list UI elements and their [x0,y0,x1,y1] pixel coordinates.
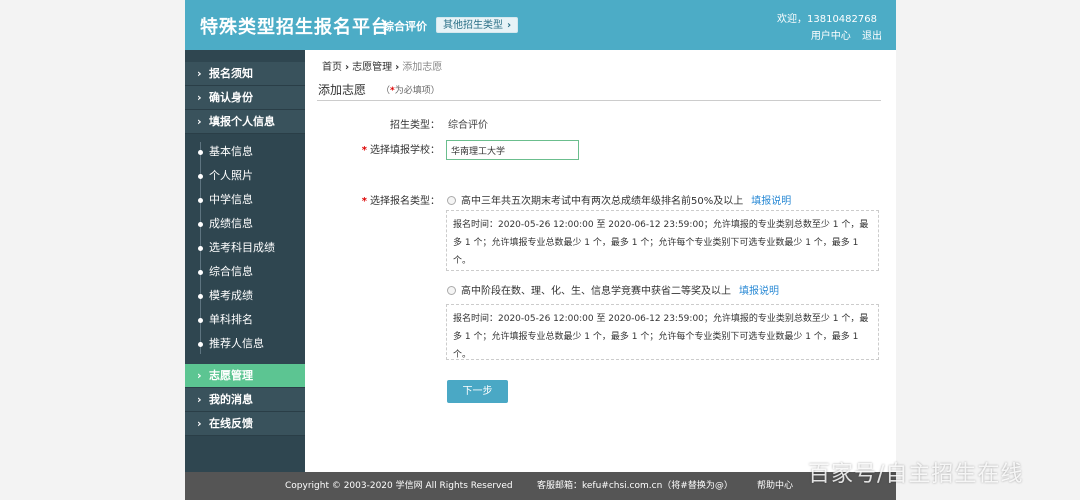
sidebar-subitem-label: 综合信息 [209,265,253,278]
bullet-icon [198,174,203,179]
breadcrumb-home[interactable]: 首页 [322,62,342,73]
chevron-right-icon: › [345,62,350,73]
sidebar-subnav: 基本信息 个人照片 中学信息 成绩信息 选考科目成绩 综合信息 模考成绩 单科排… [185,134,305,364]
welcome-text: 欢迎，13810482768 [777,14,877,25]
registration-type-label: * 选择报名类型： [340,192,440,207]
breadcrumb-section[interactable]: 志愿管理 [352,62,392,73]
title-divider [317,100,881,101]
breadcrumb-current: 添加志愿 [402,62,443,73]
admission-type-value: 综合评价 [448,120,488,131]
sidebar-subitem-subject-rank[interactable]: 单科排名 [185,308,305,332]
footer-email: 客服邮箱：kefu#chsi.com.cn（将#替换为@） [537,481,733,491]
sidebar-item-messages[interactable]: › 我的消息 [185,388,305,412]
sidebar-item-label: 志愿管理 [209,369,253,382]
bullet-icon [198,270,203,275]
footer-help-link[interactable]: 帮助中心 [757,472,793,500]
chevron-right-icon: › [197,393,202,406]
sidebar-item-personal-info[interactable]: › 填报个人信息 [185,110,305,134]
bullet-icon [198,198,203,203]
sidebar-subitem-label: 基本信息 [209,145,253,158]
sidebar-subitem-grades[interactable]: 成绩信息 [185,212,305,236]
help-link[interactable]: 填报说明 [739,286,779,297]
radio-button[interactable] [447,196,456,205]
registration-option-1[interactable]: 高中三年共五次期末考试中有两次总成绩年级排名前50%及以上 填报说明 [447,192,791,207]
sidebar-item-feedback[interactable]: › 在线反馈 [185,412,305,436]
header-links: 用户中心 退出 [803,27,882,42]
sidebar-subitem-photo[interactable]: 个人照片 [185,164,305,188]
sidebar-subitem-label: 推荐人信息 [209,337,264,350]
sidebar-subitem-elective-grades[interactable]: 选考科目成绩 [185,236,305,260]
chevron-right-icon: › [197,417,202,430]
watermark: 百家号/自主招生在线 [808,462,1024,487]
sidebar-item-volunteer-mgmt[interactable]: › 志愿管理 [185,364,305,388]
page-wrapper: 特殊类型招生报名平台 综合评价 其他招生类型 › 欢迎，13810482768 用… [185,0,896,500]
sidebar-item-label: 确认身份 [209,91,253,104]
other-types-label: 其他招生类型 [443,20,503,31]
sidebar-item-label: 报名须知 [209,67,253,80]
sidebar-subitem-label: 选考科目成绩 [209,241,275,254]
option-label: 高中阶段在数、理、化、生、信息学竞赛中获省二等奖及以上 [461,286,731,297]
registration-type-label-text: 选择报名类型： [370,196,440,207]
bullet-icon [198,294,203,299]
breadcrumb: 首页 › 志愿管理 › 添加志愿 [322,58,442,73]
bullet-icon [198,318,203,323]
sidebar-item-label: 在线反馈 [209,417,253,430]
school-input[interactable] [446,140,579,160]
bullet-icon [198,246,203,251]
sidebar-subitem-school-info[interactable]: 中学信息 [185,188,305,212]
next-button[interactable]: 下一步 [447,380,508,403]
chevron-right-icon: › [507,20,512,31]
required-note-open: （ [381,86,391,96]
other-types-button[interactable]: 其他招生类型 › [436,17,519,33]
sidebar-subitem-label: 中学信息 [209,193,253,206]
chevron-right-icon: › [197,91,202,104]
sidebar-item-guide[interactable]: › 报名须知 [185,62,305,86]
help-link[interactable]: 填报说明 [751,196,791,207]
page-title: 添加志愿 [318,83,367,97]
sidebar: › 报名须知 › 确认身份 › 填报个人信息 基本信息 个人照片 中学信息 成绩信息 … [185,50,305,472]
chevron-right-icon: › [197,369,202,382]
registration-option-2[interactable]: 高中阶段在数、理、化、生、信息学竞赛中获省二等奖及以上 填报说明 [447,282,779,297]
school-label: * 选择填报学校： [340,141,440,156]
chevron-right-icon: › [197,115,202,128]
required-note-text: 为必填项） [394,86,440,96]
sidebar-item-confirm-identity[interactable]: › 确认身份 [185,86,305,110]
footer-copyright: Copyright © 2003-2020 学信网 All Rights Res… [285,481,513,491]
option-info-box: 报名时间：2020-05-26 12:00:00 至 2020-06-12 23… [446,304,879,360]
main-content: 首页 › 志愿管理 › 添加志愿 添加志愿 （*为必填项） 招生类型： 综合评价 * 选择… [305,50,896,472]
footer: Copyright © 2003-2020 学信网 All Rights Res… [185,472,896,500]
school-label-text: 选择填报学校： [370,145,440,156]
header-subtitle: 综合评价 [383,20,427,33]
sidebar-subitem-label: 单科排名 [209,313,253,326]
sidebar-subitem-label: 模考成绩 [209,289,253,302]
required-star: * [361,145,367,156]
logout-link[interactable]: 退出 [862,31,882,42]
required-star: * [361,196,367,207]
option-info-box: 报名时间：2020-05-26 12:00:00 至 2020-06-12 23… [446,210,879,271]
sidebar-subitem-basic-info[interactable]: 基本信息 [185,140,305,164]
sidebar-subitem-referrer[interactable]: 推荐人信息 [185,332,305,356]
bullet-icon [198,222,203,227]
sidebar-item-label: 填报个人信息 [209,115,275,128]
radio-button[interactable] [447,286,456,295]
sidebar-item-label: 我的消息 [209,393,253,406]
sidebar-subitem-general-info[interactable]: 综合信息 [185,260,305,284]
chevron-right-icon: › [395,62,400,73]
bullet-icon [198,150,203,155]
header: 特殊类型招生报名平台 综合评价 其他招生类型 › 欢迎，13810482768 用… [185,0,896,50]
option-label: 高中三年共五次期末考试中有两次总成绩年级排名前50%及以上 [461,196,744,207]
site-title: 特殊类型招生报名平台 [200,17,390,38]
sidebar-subitem-label: 成绩信息 [209,217,253,230]
bullet-icon [198,342,203,347]
sidebar-subitem-label: 个人照片 [209,169,253,182]
sidebar-subitem-mock-exam[interactable]: 模考成绩 [185,284,305,308]
admission-type-label: 招生类型： [390,120,440,131]
user-center-link[interactable]: 用户中心 [811,31,851,42]
required-note: （*为必填项） [381,83,440,96]
chevron-right-icon: › [197,67,202,80]
